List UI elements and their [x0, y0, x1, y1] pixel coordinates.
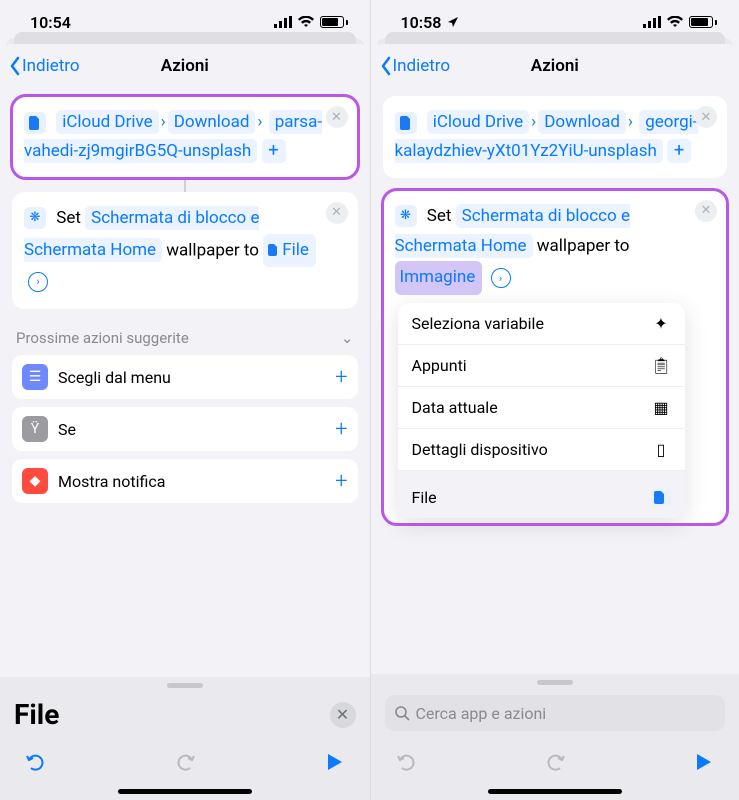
- branch-icon: Ÿ: [22, 416, 48, 442]
- popover-row[interactable]: File: [398, 471, 686, 518]
- cellular-icon: [643, 16, 661, 28]
- add-icon[interactable]: +: [335, 469, 347, 494]
- wallpaper-icon: ❋: [395, 205, 417, 227]
- phone-icon: ▯: [651, 440, 671, 459]
- path-folder[interactable]: Download: [168, 110, 256, 134]
- chevron-icon: ›: [626, 112, 635, 132]
- chevron-icon: ›: [529, 112, 538, 132]
- set-wallpaper-card[interactable]: ✕ ❋ Set Schermata di blocco e Schermata …: [12, 192, 358, 309]
- left-screenshot: 10:54 75 Indietro Azioni ✕ iCloud Drive›…: [0, 0, 370, 800]
- bottom-sheet[interactable]: File ✕: [0, 677, 370, 800]
- popover-row[interactable]: Appunti📋︎: [398, 345, 686, 387]
- status-time: 10:54: [30, 13, 71, 32]
- toolbar: [371, 739, 739, 785]
- wallpaper-to-label: wallpaper to: [537, 236, 630, 256]
- chevron-down-icon: ⌄: [341, 329, 354, 347]
- wallpaper-param[interactable]: Immagine: [395, 261, 483, 295]
- wallpaper-to-label: wallpaper to: [166, 240, 259, 260]
- set-word: Set: [56, 208, 81, 228]
- file-path-card[interactable]: ✕ iCloud Drive›Download› georgi-kalaydzh…: [383, 96, 728, 178]
- location-icon: [447, 16, 459, 28]
- run-button[interactable]: [689, 748, 717, 776]
- battery-icon: 75: [320, 16, 348, 28]
- suggestions-section: Prossime azioni suggerite ⌄ ☰ Scegli dal…: [12, 321, 358, 503]
- grab-handle-icon[interactable]: [537, 680, 573, 685]
- home-indicator[interactable]: [488, 789, 622, 794]
- wand-icon: ✦: [651, 314, 671, 333]
- set-wallpaper-card[interactable]: ✕ ❋ Set Schermata di blocco e Schermata …: [383, 190, 728, 524]
- file-icon: [651, 489, 671, 506]
- suggestion-row[interactable]: Ÿ Se +: [12, 407, 358, 451]
- connector-line: [184, 178, 186, 192]
- right-screenshot: 10:58 74 Indietro Azioni ✕ iCloud Drive›…: [370, 0, 739, 800]
- undo-button[interactable]: [22, 748, 50, 776]
- grab-handle-icon[interactable]: [167, 683, 203, 688]
- toolbar: [0, 739, 370, 785]
- suggestion-label: Mostra notifica: [58, 472, 165, 491]
- search-placeholder: Cerca app e azioni: [416, 704, 547, 723]
- popover-row[interactable]: Seleziona variabile✦: [398, 303, 686, 345]
- close-icon[interactable]: ✕: [695, 106, 717, 128]
- redo-button: [541, 748, 569, 776]
- file-icon: [395, 112, 417, 134]
- menu-icon: ☰: [22, 364, 48, 390]
- set-word: Set: [427, 206, 452, 226]
- add-icon[interactable]: +: [335, 417, 347, 442]
- nav-bar: Indietro Azioni: [0, 44, 370, 88]
- clear-icon[interactable]: ✕: [330, 702, 356, 728]
- file-path-card[interactable]: ✕ iCloud Drive›Download› parsa-vahedi-zj…: [12, 96, 358, 178]
- wallpaper-param[interactable]: File: [263, 234, 316, 268]
- bell-icon: ◆: [22, 468, 48, 494]
- bottom-title: File: [14, 698, 320, 731]
- expand-icon[interactable]: ›: [491, 268, 511, 288]
- undo-button: [393, 748, 421, 776]
- search-input[interactable]: Cerca app e azioni: [385, 695, 726, 731]
- wallpaper-icon: ❋: [24, 207, 46, 229]
- suggestion-label: Se: [58, 420, 76, 439]
- calendar-icon: ▦: [651, 398, 671, 417]
- nav-title: Azioni: [371, 56, 739, 76]
- status-time: 10:58: [401, 13, 442, 32]
- cellular-icon: [274, 16, 292, 28]
- search-icon: [395, 706, 410, 721]
- run-button[interactable]: [320, 748, 348, 776]
- suggestion-label: Scegli dal menu: [58, 368, 171, 387]
- redo-button: [171, 748, 199, 776]
- wifi-icon: [297, 16, 315, 28]
- close-icon[interactable]: ✕: [695, 200, 717, 222]
- suggestion-row[interactable]: +: [383, 518, 728, 562]
- chevron-icon: ›: [159, 112, 168, 132]
- path-drive[interactable]: iCloud Drive: [427, 110, 529, 134]
- path-drive[interactable]: iCloud Drive: [56, 110, 158, 134]
- suggestion-row[interactable]: ◆ Mostra notifica +: [12, 459, 358, 503]
- home-indicator[interactable]: [118, 789, 252, 794]
- chevron-icon: ›: [255, 112, 264, 132]
- path-folder[interactable]: Download: [538, 110, 626, 134]
- battery-icon: 74: [689, 16, 717, 28]
- close-icon[interactable]: ✕: [326, 202, 348, 224]
- add-path-button[interactable]: +: [667, 139, 691, 163]
- nav-bar: Indietro Azioni: [371, 44, 739, 88]
- popover-row[interactable]: Data attuale▦: [398, 387, 686, 429]
- variable-popover: Seleziona variabile✦ Appunti📋︎ Data attu…: [398, 303, 686, 518]
- add-icon[interactable]: +: [705, 528, 717, 553]
- wifi-icon: [666, 16, 684, 28]
- nav-title: Azioni: [0, 56, 370, 76]
- suggestion-row[interactable]: ☰ Scegli dal menu +: [12, 355, 358, 399]
- bottom-sheet[interactable]: Cerca app e azioni: [371, 674, 739, 800]
- add-icon[interactable]: +: [335, 365, 347, 390]
- expand-icon[interactable]: ›: [28, 272, 48, 292]
- clipboard-icon: 📋︎: [651, 356, 671, 375]
- add-path-button[interactable]: +: [262, 139, 286, 163]
- close-icon[interactable]: ✕: [326, 106, 348, 128]
- popover-row[interactable]: Dettagli dispositivo▯: [398, 429, 686, 471]
- file-icon: [24, 112, 46, 134]
- suggestions-header[interactable]: Prossime azioni suggerite ⌄: [12, 321, 358, 347]
